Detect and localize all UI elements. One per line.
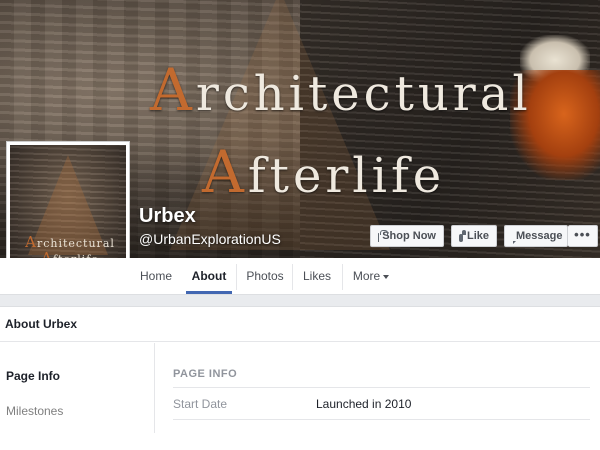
nav-tab-likes[interactable]: Likes bbox=[296, 258, 338, 295]
profile-picture-image: Architectural Afterlife bbox=[10, 145, 126, 274]
nav-tab-about[interactable]: About bbox=[186, 258, 232, 295]
start-date-label: Start Date bbox=[173, 397, 228, 411]
message-button[interactable]: Message bbox=[504, 225, 568, 247]
cover-a-shape bbox=[170, 0, 390, 250]
section-title: PAGE INFO bbox=[173, 368, 238, 380]
thumbs-up-icon bbox=[459, 230, 466, 242]
message-label: Message bbox=[516, 230, 563, 242]
nav-divider bbox=[292, 264, 293, 290]
chevron-down-icon bbox=[383, 274, 390, 279]
row-divider bbox=[173, 419, 590, 420]
left-menu-milestones[interactable]: Milestones bbox=[6, 404, 63, 418]
shop-now-label: Shop Now bbox=[382, 230, 436, 242]
nav-divider bbox=[342, 264, 343, 290]
section-divider bbox=[173, 387, 590, 388]
about-header: About Urbex bbox=[0, 307, 600, 342]
nav-tab-more-label: More bbox=[352, 269, 381, 283]
cover-title-cap-2: A bbox=[202, 138, 248, 206]
ellipsis-icon: ••• bbox=[574, 226, 591, 242]
cover-title-rest-2: fterlife bbox=[247, 148, 446, 204]
cover-title-cap-1: A bbox=[150, 56, 196, 124]
more-options-button[interactable]: ••• bbox=[568, 225, 598, 247]
cover-title-rest-1: rchitectural bbox=[195, 66, 532, 122]
nav-tab-more[interactable]: More bbox=[346, 258, 396, 295]
shop-now-button[interactable]: Shop Now bbox=[370, 225, 444, 247]
cover-title-line-1: Architectural bbox=[150, 56, 528, 124]
about-card: About Urbex Page Info Milestones PAGE IN… bbox=[0, 306, 600, 450]
left-menu-page-info[interactable]: Page Info bbox=[6, 369, 60, 383]
about-left-menu: Page Info Milestones bbox=[0, 343, 155, 433]
nav-divider bbox=[236, 264, 237, 290]
nav-tab-photos[interactable]: Photos bbox=[240, 258, 290, 295]
page-nav-bar: Home About Photos Likes More bbox=[0, 258, 600, 295]
like-label: Like bbox=[466, 230, 489, 242]
cover-title-line-2: Afterlife bbox=[202, 138, 442, 206]
start-date-value: Launched in 2010 bbox=[316, 397, 412, 411]
page-name[interactable]: Urbex bbox=[139, 205, 196, 228]
page-handle[interactable]: @UrbanExplorationUS bbox=[139, 231, 281, 247]
like-button[interactable]: Like bbox=[451, 225, 497, 247]
nav-tab-home[interactable]: Home bbox=[130, 258, 182, 295]
